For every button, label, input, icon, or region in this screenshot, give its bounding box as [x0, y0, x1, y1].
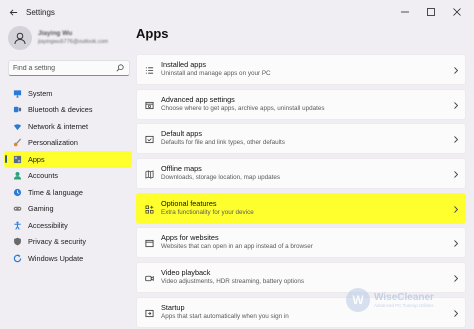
update-icon: [12, 253, 22, 263]
startup-icon: [145, 309, 154, 318]
search-icon: [116, 64, 124, 72]
person-icon: [14, 32, 26, 45]
add-feature-icon: [145, 205, 154, 214]
chevron-right-icon: [454, 101, 459, 109]
apps-grid-icon: [12, 154, 22, 164]
arrow-left-icon: [9, 8, 17, 16]
card-title: Installed apps: [161, 60, 207, 69]
card-description: Apps that start automatically when you s…: [161, 312, 289, 320]
card-title: Apps for websites: [161, 233, 219, 243]
wisecleaner-logo-icon: W: [346, 288, 370, 312]
watermark: W WiseCleaner Advanced PC Tuneup Utiliti…: [346, 282, 466, 318]
card-description: Websites that can open in an app instead…: [161, 243, 313, 251]
profile[interactable]: Jiaying Wu jiayingwu5776@outlook.com: [8, 26, 132, 54]
sidebar-nav: System Bluetooth & devices Network & int…: [4, 85, 132, 267]
card-default-apps[interactable]: Default apps Defaults for file and link …: [136, 123, 466, 155]
sidebar-item-windows-update[interactable]: Windows Update: [4, 250, 132, 267]
sidebar-item-system[interactable]: System: [4, 85, 132, 102]
default-apps-icon: [145, 135, 154, 144]
card-advanced-app-settings[interactable]: Advanced app settings Choose where to ge…: [136, 88, 466, 120]
sidebar-item-time-language[interactable]: Time & language: [4, 184, 132, 201]
sidebar-item-personalization[interactable]: Personalization: [4, 135, 132, 152]
bluetooth-icon: [12, 105, 22, 115]
card-description: Extra functionality for your device: [161, 208, 254, 216]
card-description: Downloads, storage location, map updates: [161, 174, 281, 182]
card-installed-apps[interactable]: Installed apps Uninstall and manage apps…: [136, 54, 466, 85]
card-description: Uninstall and manage apps on your PC: [161, 70, 271, 77]
chevron-right-icon: [454, 136, 459, 144]
search-box[interactable]: [8, 60, 130, 76]
sidebar-item-label: Bluetooth & devices: [28, 105, 93, 115]
chevron-right-icon: [454, 67, 459, 74]
minimize-button[interactable]: [392, 0, 418, 24]
close-button[interactable]: [444, 0, 470, 24]
profile-email: jiayingwu5776@outlook.com: [38, 39, 109, 45]
sidebar-item-label: Gaming: [28, 204, 54, 214]
card-title: Offline maps: [161, 164, 202, 174]
sidebar-item-label: Privacy & security: [28, 237, 86, 247]
brush-icon: [12, 138, 22, 148]
card-apps-for-websites[interactable]: Apps for websites Websites that can open…: [136, 227, 466, 259]
list-icon: [145, 66, 154, 75]
back-button[interactable]: [6, 5, 20, 19]
sidebar-item-bluetooth[interactable]: Bluetooth & devices: [4, 102, 132, 119]
sidebar-item-accessibility[interactable]: Accessibility: [4, 217, 132, 234]
window-title: Settings: [26, 7, 55, 17]
card-title: Optional features: [161, 198, 217, 208]
sidebar-item-gaming[interactable]: Gaming: [4, 201, 132, 218]
settings-window: Settings Jiaying Wu jiayingwu5776@outloo…: [0, 0, 474, 329]
card-offline-maps[interactable]: Offline maps Downloads, storage location…: [136, 158, 466, 190]
card-title: Startup: [161, 302, 185, 312]
sidebar-item-accounts[interactable]: Accounts: [4, 168, 132, 185]
search-input[interactable]: [13, 64, 113, 72]
card-description: Defaults for file and link types, other …: [161, 139, 285, 147]
profile-name: Jiaying Wu: [38, 30, 73, 37]
sidebar-item-label: Time & language: [28, 187, 83, 197]
wifi-icon: [12, 121, 22, 131]
app-settings-icon: [145, 101, 154, 110]
sidebar-item-label: Accounts: [28, 171, 59, 181]
chevron-right-icon: [454, 240, 459, 248]
globe-clock-icon: [12, 187, 22, 197]
minimize-icon: [401, 11, 409, 13]
sidebar-item-label: Network & internet: [28, 121, 89, 131]
sidebar-item-network[interactable]: Network & internet: [4, 118, 132, 135]
close-icon: [453, 8, 461, 16]
person-icon: [12, 171, 22, 181]
sidebar-item-label: Apps: [28, 154, 45, 164]
card-title: Default apps: [161, 129, 202, 139]
web-apps-icon: [145, 239, 154, 248]
sidebar-item-label: Windows Update: [28, 253, 84, 263]
page-title: Apps: [136, 26, 169, 41]
maximize-icon: [427, 8, 435, 16]
sidebar-item-privacy-security[interactable]: Privacy & security: [4, 234, 132, 251]
accessibility-icon: [12, 220, 22, 230]
watermark-subtitle: Advanced PC Tuneup Utilities: [374, 303, 434, 308]
card-optional-features[interactable]: Optional features Extra functionality fo…: [136, 192, 466, 224]
sidebar: Jiaying Wu jiayingwu5776@outlook.com Sys…: [0, 24, 134, 329]
monitor-icon: [12, 88, 22, 98]
sidebar-item-apps[interactable]: Apps: [4, 151, 132, 168]
shield-icon: [12, 237, 22, 247]
card-title: Advanced app settings: [161, 94, 235, 104]
watermark-text: WiseCleaner Advanced PC Tuneup Utilities: [374, 292, 434, 308]
card-description: Video adjustments, HDR streaming, batter…: [161, 278, 305, 286]
maximize-button[interactable]: [418, 0, 444, 24]
sidebar-item-label: System: [28, 88, 53, 98]
chevron-right-icon: [454, 171, 459, 178]
card-title: Video playback: [161, 268, 211, 278]
avatar: [8, 26, 32, 50]
map-icon: [145, 170, 154, 179]
sidebar-item-label: Personalization: [28, 138, 78, 148]
gamepad-icon: [12, 204, 22, 214]
chevron-right-icon: [454, 205, 459, 213]
watermark-name: WiseCleaner: [374, 292, 434, 303]
title-bar: Settings: [0, 0, 474, 24]
sidebar-item-label: Accessibility: [28, 220, 68, 230]
video-icon: [145, 274, 154, 283]
card-description: Choose where to get apps, archive apps, …: [161, 104, 325, 112]
